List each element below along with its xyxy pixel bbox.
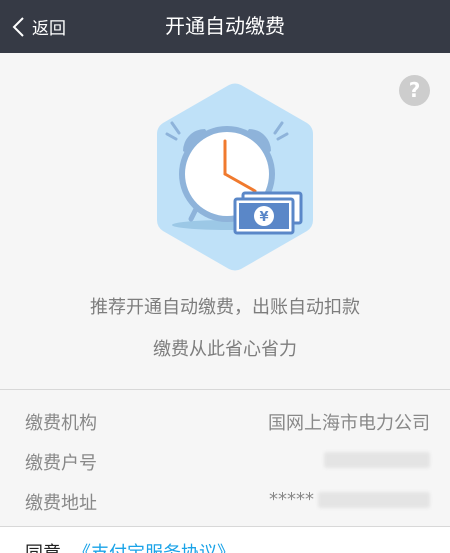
address-value: ***** [269,489,430,510]
address-label: 缴费地址 [25,493,97,514]
org-value: 国网上海市电力公司 [268,413,430,434]
service-agreement-link[interactable]: 《支付宝服务协议》 [73,539,235,553]
back-button[interactable]: 返回 [10,0,66,53]
agreement-bar: 同意 《支付宝服务协议》 [0,527,450,553]
back-label: 返回 [32,19,66,39]
account-value-redacted [324,449,430,470]
alarm-clock-bill-illustration: ¥ [157,83,313,271]
info-row-account: 缴费户号 [0,442,450,482]
account-label: 缴费户号 [25,453,97,474]
address-mask: ***** [269,489,314,510]
page-title: 开通自动缴费 [165,14,285,38]
payment-info-section: 缴费机构 国网上海市电力公司 缴费户号 缴费地址 ***** [0,390,450,525]
info-row-org: 缴费机构 国网上海市电力公司 [0,402,450,442]
hero-section: ? ¥ 推荐开通自动缴费，出账自动扣款 缴费从此省心省力 [0,53,450,388]
agreement-prefix: 同意 [25,539,61,553]
tagline-line-2: 缴费从此省心省力 [153,339,297,360]
chevron-left-icon [12,16,24,37]
org-label: 缴费机构 [25,413,97,434]
yen-symbol: ¥ [259,210,268,225]
info-row-address: 缴费地址 ***** [0,482,450,522]
help-icon[interactable]: ? [399,75,430,106]
tagline-line-1: 推荐开通自动缴费，出账自动扣款 [90,297,360,318]
nav-bar: 返回 开通自动缴费 [0,0,450,53]
